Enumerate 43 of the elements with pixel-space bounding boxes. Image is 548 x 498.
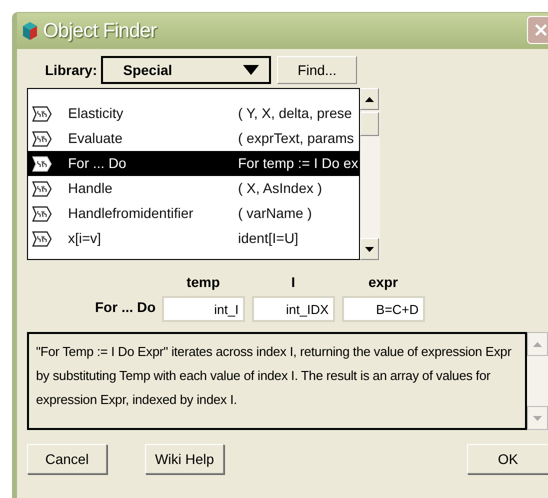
dialog-button[interactable]: Wiki Help (145, 444, 224, 474)
function-name: For ... Do (68, 154, 128, 173)
list-row[interactable]: For ... Do For temp := I Do ex (28, 151, 359, 176)
function-icon (32, 156, 52, 172)
function-icon (32, 106, 52, 122)
close-button[interactable] (527, 16, 548, 44)
down-arrow-icon (533, 416, 542, 420)
function-name: Handle (68, 179, 114, 198)
dialog-button[interactable]: OK (467, 444, 548, 474)
function-name: x[i=v] (68, 229, 102, 248)
parameter-field[interactable]: int_IDX (252, 296, 335, 322)
parameter-field[interactable]: B=C+D (342, 296, 425, 322)
dialog-button[interactable]: Cancel (27, 444, 107, 474)
down-arrow-icon (365, 246, 374, 252)
scroll-thumb[interactable] (360, 112, 379, 136)
find-button[interactable]: Find... (277, 56, 358, 84)
library-label: Library: (45, 60, 98, 80)
parameter-heading: temp (186, 273, 220, 292)
function-name: Elasticity (68, 104, 124, 123)
description-text: "For Temp := I Do Expr" iterates across index I, returning the value of expression Expr by substituting Temp with each value of index I. The result is an array of values for expression Expr, indexed by index I. (36, 343, 512, 409)
function-icon (32, 130, 52, 146)
up-arrow-icon (365, 96, 374, 102)
parameters-label: For ... Do (95, 298, 156, 317)
function-signature: ( X, AsIndex ) (238, 179, 322, 198)
window-title: Object Finder (43, 19, 157, 44)
app-logo-icon (21, 21, 39, 41)
function-icon (32, 206, 52, 222)
function-signature: ( Y, X, delta, prese (238, 104, 352, 123)
parameter-field[interactable]: int_I (162, 296, 245, 322)
function-signature: ( exprText, params (238, 129, 354, 148)
dropdown-arrow-icon (243, 65, 260, 75)
function-name: Handlefromidentifier (68, 204, 194, 223)
function-signature: ( varName ) (238, 204, 312, 223)
function-signature: For temp := I Do ex (238, 154, 358, 173)
function-icon (32, 180, 52, 196)
function-signature: ident[I=U] (238, 229, 298, 248)
parameter-heading: I (291, 273, 296, 292)
parameter-heading: expr (368, 273, 398, 292)
close-icon (534, 23, 548, 37)
function-icon (32, 230, 52, 246)
up-arrow-icon (533, 342, 542, 346)
function-name: Evaluate (68, 129, 124, 148)
library-dropdown[interactable]: Special (101, 56, 272, 84)
